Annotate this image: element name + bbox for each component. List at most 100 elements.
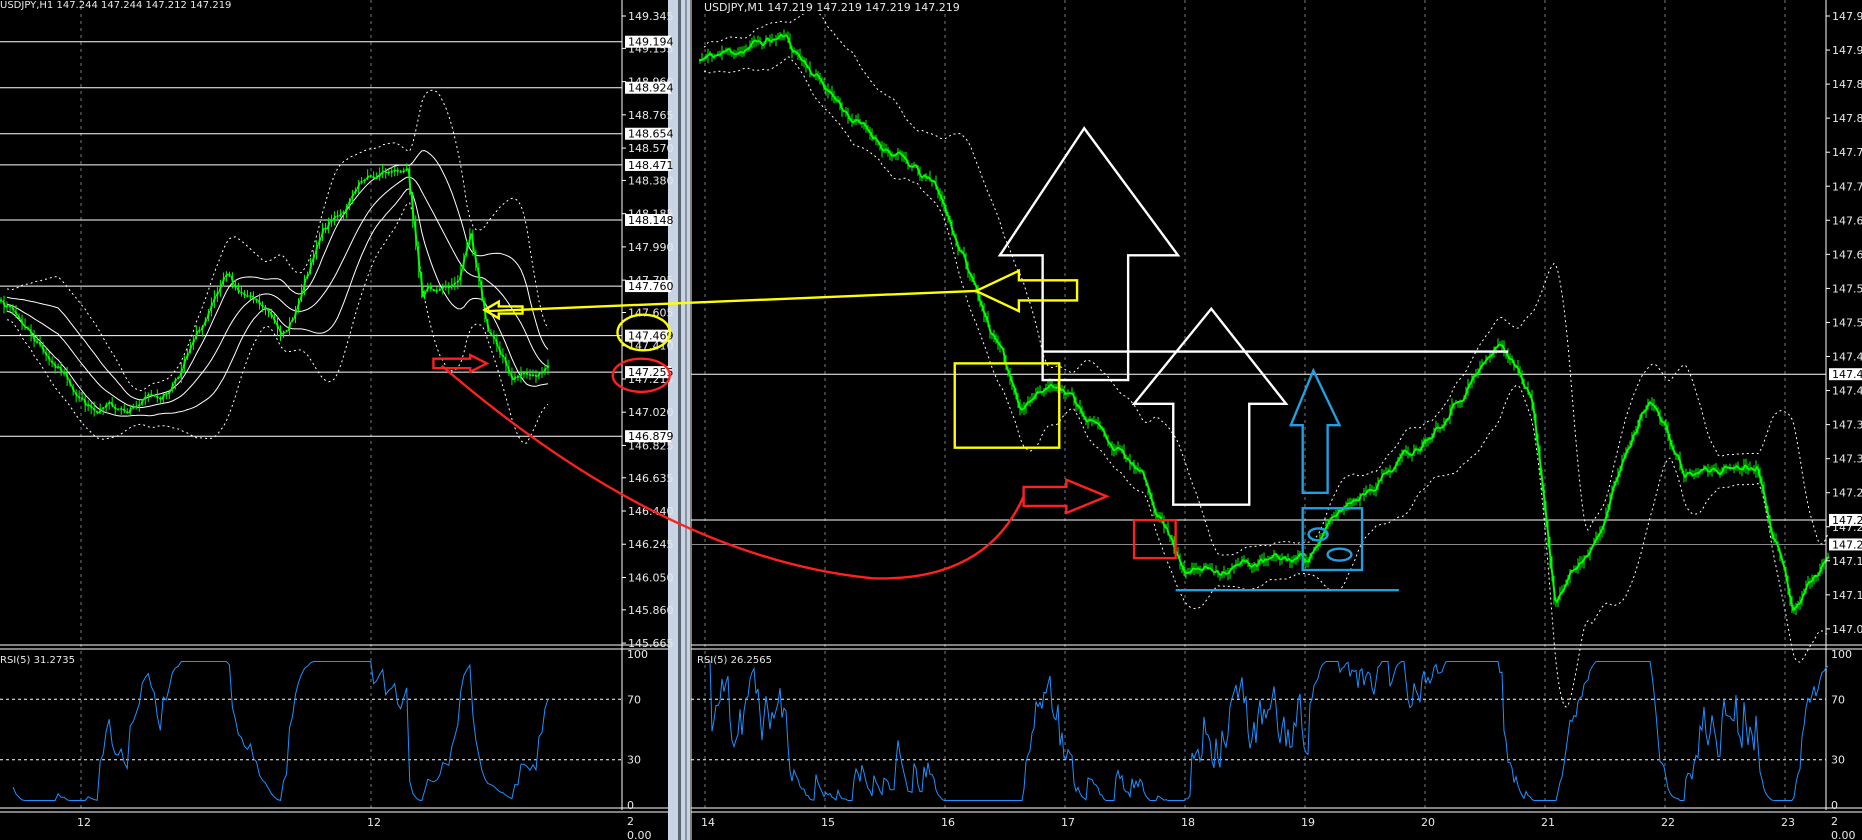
- candle-body: [794, 50, 798, 54]
- candle-body: [440, 285, 445, 290]
- candle-body: [710, 53, 714, 58]
- candle-body: [1322, 530, 1326, 536]
- candle-body: [1620, 460, 1624, 470]
- price-tick-label: 147.020: [628, 406, 674, 419]
- candle-body: [1530, 395, 1534, 405]
- candle-body: [1590, 545, 1594, 550]
- left-chart[interactable]: USDJPY,H1 147.244 147.244 147.212 147.21…: [0, 0, 674, 840]
- candle-body: [1072, 393, 1076, 401]
- candle-body: [149, 393, 153, 397]
- candle-body: [832, 95, 836, 99]
- candle-body: [1558, 592, 1562, 598]
- candle-body: [215, 291, 220, 297]
- candle-body: [1228, 568, 1232, 574]
- candle-body: [728, 48, 732, 53]
- candle-body: [1556, 596, 1560, 603]
- candle-body: [846, 111, 850, 118]
- candle-body: [1520, 375, 1524, 382]
- candle-body: [730, 50, 734, 55]
- candle-body: [800, 58, 804, 62]
- candle-body: [1662, 421, 1666, 425]
- candle-body: [413, 221, 418, 247]
- candle-body: [1242, 558, 1246, 563]
- candle-body: [848, 116, 852, 121]
- candle-body: [198, 329, 201, 333]
- candle-body: [47, 355, 52, 362]
- level-label: 146.879: [628, 430, 674, 443]
- candle-body: [1584, 555, 1588, 559]
- indicator-scale-label: 2: [627, 815, 634, 828]
- candle-body: [1804, 585, 1808, 593]
- red-right-arrow: [1022, 477, 1110, 515]
- candle-body: [856, 118, 860, 122]
- candle-body: [185, 352, 190, 360]
- window-splitter[interactable]: [668, 0, 690, 840]
- candle-body: [1140, 469, 1144, 473]
- candle-body: [1426, 437, 1430, 442]
- candle-body: [1114, 447, 1118, 452]
- candle-body: [1280, 557, 1284, 561]
- blue-ellipse: [1326, 547, 1353, 562]
- candle-body: [1434, 426, 1438, 431]
- left-rsi-pane[interactable]: 100 70 30 0 20.00: [0, 648, 652, 840]
- price-tick-label: 147.845: [1832, 112, 1862, 125]
- candle-body: [1664, 422, 1668, 429]
- candle-body: [1034, 391, 1038, 399]
- level-label: 149.194: [628, 36, 674, 49]
- right-rsi-pane[interactable]: 100 70 30 0 20.00: [691, 648, 1856, 840]
- candle-body: [1144, 477, 1148, 485]
- candle-body: [285, 329, 288, 333]
- candle-body: [362, 178, 367, 183]
- candle-body: [1440, 426, 1444, 429]
- candle-body: [1568, 570, 1572, 578]
- candle-body: [874, 136, 878, 141]
- candle-body: [170, 383, 175, 392]
- candle-body: [1380, 473, 1384, 481]
- candle-body: [8, 304, 12, 308]
- candle-body: [916, 165, 920, 173]
- candle-body: [1248, 563, 1252, 568]
- right-chart[interactable]: USDJPY,M1 147.219 147.219 147.219 147.21…: [690, 0, 1862, 840]
- big-up-arrow-2: [1131, 306, 1289, 506]
- candle-body: [311, 253, 316, 263]
- candle-body: [1474, 373, 1478, 377]
- candle-body: [119, 407, 123, 411]
- candle-body: [1478, 366, 1482, 372]
- candle-body: [1774, 539, 1778, 545]
- candle-body: [1498, 343, 1502, 347]
- candle-body: [788, 39, 792, 48]
- candle-body: [1510, 358, 1514, 362]
- candle-body: [1486, 356, 1490, 360]
- candle-body: [1576, 563, 1580, 570]
- candle-body: [1018, 405, 1022, 411]
- candle-body: [1326, 522, 1330, 526]
- candle-body: [255, 298, 258, 302]
- candle-body: [35, 340, 39, 344]
- candle-body: [1490, 353, 1494, 357]
- candle-body: [928, 176, 932, 182]
- candle-body: [122, 408, 127, 413]
- candle-body: [1408, 453, 1412, 456]
- candle-body: [1618, 468, 1622, 474]
- candle-body: [203, 318, 208, 326]
- candle-body: [1640, 411, 1644, 416]
- candle-body: [1758, 471, 1762, 483]
- candle-body: [432, 288, 436, 292]
- candle-body: [1626, 447, 1630, 452]
- price-tick-label: 147.195: [1832, 555, 1862, 568]
- candle-body: [906, 160, 910, 167]
- candle-body: [762, 42, 766, 47]
- bollinger-inner-lower: [6, 188, 549, 417]
- candle-body: [970, 274, 974, 280]
- candle-body: [513, 376, 517, 381]
- candle-body: [218, 284, 223, 293]
- candle-body: [1736, 465, 1740, 470]
- candle-body: [155, 395, 159, 399]
- candle-body: [1632, 432, 1636, 438]
- candle-body: [416, 246, 421, 273]
- level-label: 148.471: [628, 159, 674, 172]
- time-label: 22: [1661, 816, 1675, 829]
- candle-body: [770, 38, 774, 43]
- right-rsi-title: RSI(5) 26.2565: [697, 655, 772, 666]
- candle-body: [1790, 599, 1794, 611]
